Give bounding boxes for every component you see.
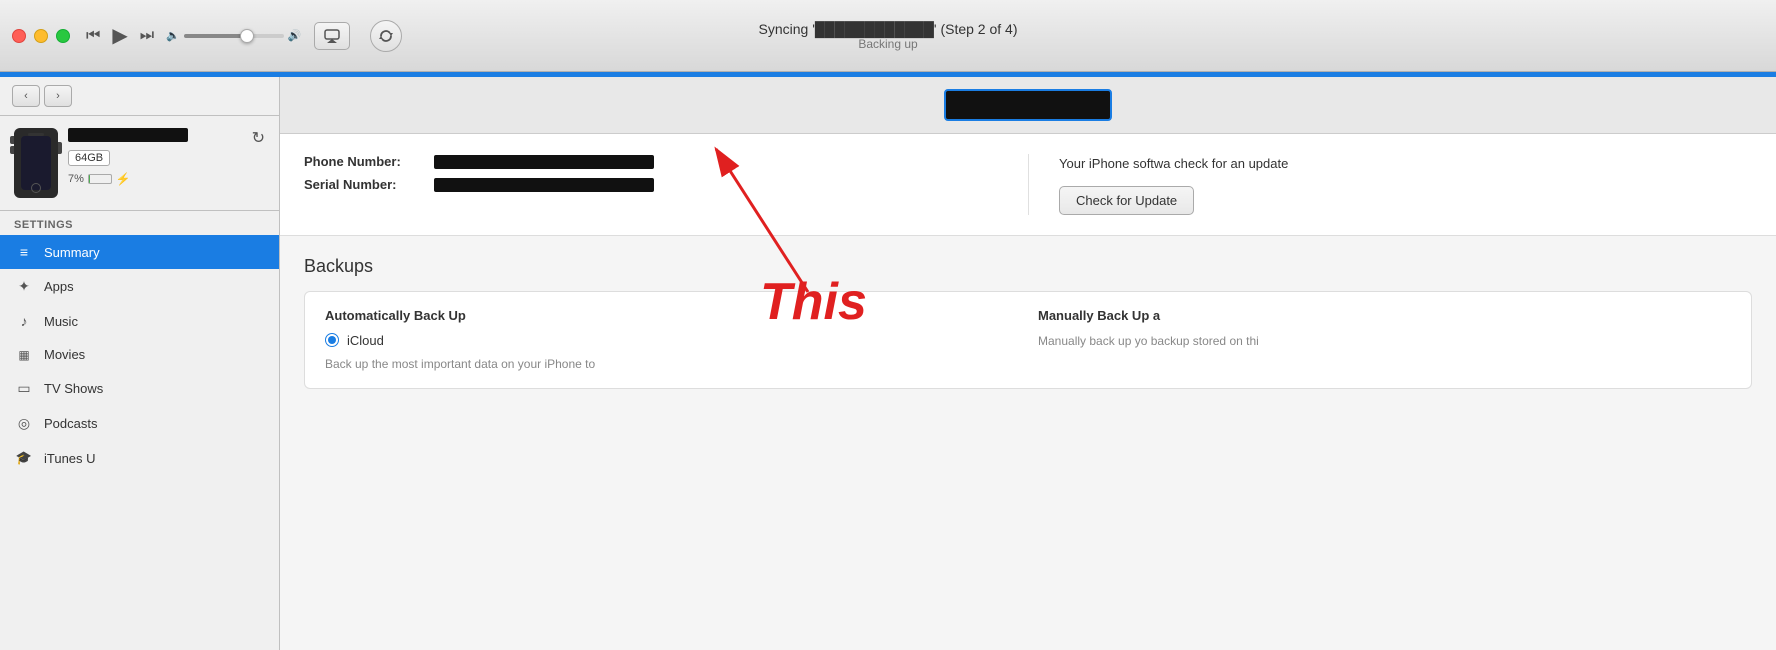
device-battery: 7% ⚡ bbox=[68, 172, 242, 186]
fast-forward-button[interactable]: ⏭ bbox=[140, 27, 154, 45]
sidebar-item-itunesu[interactable]: 🎓 iTunes U bbox=[0, 441, 279, 475]
backups-grid: Automatically Back Up iCloud Back up the… bbox=[325, 308, 1731, 373]
device-storage: 64GB bbox=[68, 150, 110, 166]
tvshows-icon: ▭ bbox=[14, 380, 34, 397]
sidebar-item-tvshows[interactable]: ▭ TV Shows bbox=[0, 371, 279, 406]
settings-label: Settings bbox=[0, 211, 279, 235]
content-area: Phone Number: Serial Number: Your iPhone… bbox=[280, 77, 1776, 650]
sidebar-item-summary[interactable]: ≡ Summary bbox=[0, 235, 279, 269]
update-text: Your iPhone softwa check for an update bbox=[1059, 154, 1752, 174]
battery-bar bbox=[88, 174, 112, 184]
sidebar-item-apps[interactable]: ✦ Apps bbox=[0, 269, 279, 304]
backups-section: Backups Automatically Back Up iCloud Bac… bbox=[280, 236, 1776, 410]
rewind-button[interactable]: ⏮ bbox=[86, 27, 100, 45]
movies-icon: ▦ bbox=[14, 348, 34, 362]
manual-backup-title: Manually Back Up a bbox=[1038, 308, 1731, 323]
movies-label: Movies bbox=[44, 347, 85, 362]
icloud-desc: Back up the most important data on your … bbox=[325, 356, 1018, 373]
device-card: 64GB 7% ⚡ ↻ bbox=[0, 116, 279, 211]
icloud-option[interactable]: iCloud bbox=[325, 333, 1018, 348]
main-layout: ‹ › 64GB 7% ⚡ bbox=[0, 77, 1776, 650]
device-name-box bbox=[944, 89, 1112, 121]
maximize-button[interactable] bbox=[56, 29, 70, 43]
itunesu-icon: 🎓 bbox=[14, 450, 34, 466]
sidebar-item-music[interactable]: ♪ Music bbox=[0, 304, 279, 338]
title-bar: ⏮ ▶ ⏭ 🔈 🔊 Syncing '████████████' (Step 2… bbox=[0, 0, 1776, 72]
volume-max-icon: 🔊 bbox=[288, 29, 302, 42]
volume-min-icon: 🔈 bbox=[166, 29, 180, 42]
volume-slider[interactable]: 🔈 🔊 bbox=[166, 29, 301, 42]
manual-desc: Manually back up yo backup stored on thi bbox=[1038, 333, 1731, 350]
phone-number-row: Phone Number: bbox=[304, 154, 998, 169]
music-label: Music bbox=[44, 314, 78, 329]
device-image bbox=[14, 128, 58, 198]
battery-fill bbox=[89, 175, 91, 183]
phone-number-value bbox=[434, 155, 654, 169]
charging-icon: ⚡ bbox=[116, 172, 131, 186]
info-section: Phone Number: Serial Number: Your iPhone… bbox=[280, 134, 1776, 236]
podcasts-label: Podcasts bbox=[44, 416, 97, 431]
sync-button[interactable] bbox=[370, 20, 402, 52]
device-sync-icon[interactable]: ↻ bbox=[252, 128, 265, 148]
info-grid: Phone Number: Serial Number: Your iPhone… bbox=[304, 154, 1752, 215]
summary-icon: ≡ bbox=[14, 244, 34, 260]
sidebar-item-movies[interactable]: ▦ Movies bbox=[0, 338, 279, 371]
auto-backup-col: Automatically Back Up iCloud Back up the… bbox=[325, 308, 1018, 373]
apps-label: Apps bbox=[44, 279, 74, 294]
apps-icon: ✦ bbox=[14, 278, 34, 295]
podcasts-icon: ◎ bbox=[14, 415, 34, 432]
airplay-icon bbox=[323, 29, 341, 43]
play-button[interactable]: ▶ bbox=[112, 23, 127, 48]
close-button[interactable] bbox=[12, 29, 26, 43]
summary-label: Summary bbox=[44, 245, 100, 260]
device-name-redacted bbox=[68, 128, 188, 142]
battery-percent: 7% bbox=[68, 173, 84, 185]
icloud-radio[interactable] bbox=[325, 333, 339, 347]
back-button[interactable]: ‹ bbox=[12, 85, 40, 107]
serial-number-label: Serial Number: bbox=[304, 177, 434, 192]
traffic-lights bbox=[12, 29, 70, 43]
tvshows-label: TV Shows bbox=[44, 381, 103, 396]
serial-number-row: Serial Number: bbox=[304, 177, 998, 192]
auto-backup-title: Automatically Back Up bbox=[325, 308, 1018, 323]
check-update-button[interactable]: Check for Update bbox=[1059, 186, 1194, 215]
phone-number-label: Phone Number: bbox=[304, 154, 434, 169]
slider-track bbox=[184, 34, 284, 38]
info-right: Your iPhone softwa check for an update C… bbox=[1028, 154, 1752, 215]
sync-icon bbox=[378, 28, 394, 44]
serial-number-value bbox=[434, 178, 654, 192]
device-info: 64GB 7% ⚡ bbox=[68, 128, 242, 186]
sidebar-item-podcasts[interactable]: ◎ Podcasts bbox=[0, 406, 279, 441]
sidebar-nav: ‹ › bbox=[0, 77, 279, 116]
music-icon: ♪ bbox=[14, 313, 34, 329]
itunesu-label: iTunes U bbox=[44, 451, 96, 466]
device-header bbox=[280, 77, 1776, 134]
info-left: Phone Number: Serial Number: bbox=[304, 154, 1028, 215]
backups-title: Backups bbox=[304, 256, 1752, 277]
airplay-button[interactable] bbox=[314, 22, 350, 50]
sidebar: ‹ › 64GB 7% ⚡ bbox=[0, 77, 280, 650]
backups-card: Automatically Back Up iCloud Back up the… bbox=[304, 291, 1752, 390]
sync-status-text: Syncing '████████████' (Step 2 of 4) bbox=[759, 21, 1018, 37]
title-center: Syncing '████████████' (Step 2 of 4) Bac… bbox=[759, 21, 1018, 51]
manual-backup-col: Manually Back Up a Manually back up yo b… bbox=[1038, 308, 1731, 373]
icloud-label: iCloud bbox=[347, 333, 384, 348]
media-controls: ⏮ ▶ ⏭ bbox=[86, 23, 154, 48]
minimize-button[interactable] bbox=[34, 29, 48, 43]
forward-button[interactable]: › bbox=[44, 85, 72, 107]
sync-sub-text: Backing up bbox=[759, 37, 1018, 51]
slider-thumb bbox=[240, 29, 254, 43]
